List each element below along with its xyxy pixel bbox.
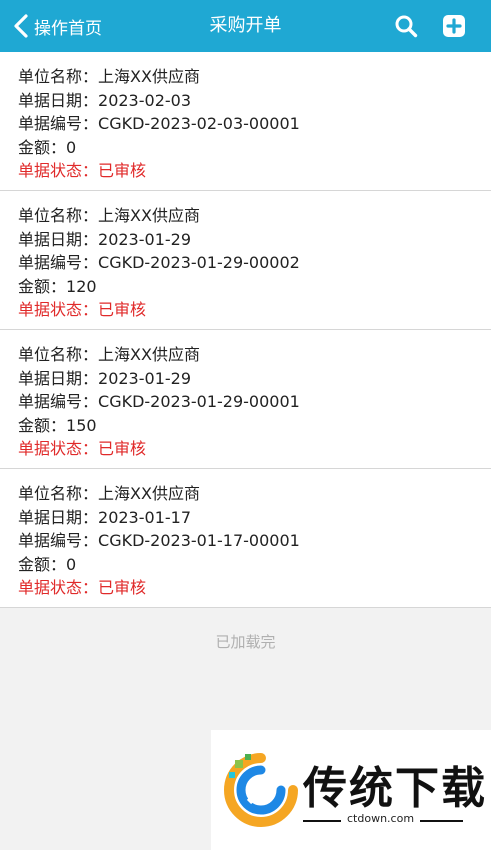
status-label: 单据状态： (18, 161, 99, 180)
amount-row: 金额：0 (18, 553, 491, 577)
list-item[interactable]: 单位名称：上海XX供应商 单据日期：2023-01-29 单据编号：CGKD-2… (0, 191, 491, 330)
list-item[interactable]: 单位名称：上海XX供应商 单据日期：2023-01-17 单据编号：CGKD-2… (0, 469, 491, 608)
date-label: 单据日期： (18, 368, 99, 388)
date-row: 单据日期：2023-01-17 (18, 506, 491, 530)
unit-row: 单位名称：上海XX供应商 (18, 65, 491, 89)
amount-label: 金额： (18, 276, 67, 296)
code-value: CGKD-2023-01-29-00002 (98, 253, 300, 272)
status-row: 单据状态：已审核 (18, 576, 491, 600)
unit-value: 上海XX供应商 (98, 206, 200, 225)
amount-label: 金额： (18, 554, 67, 574)
status-row: 单据状态：已审核 (18, 159, 491, 183)
date-label: 单据日期： (18, 90, 99, 110)
amount-row: 金额：150 (18, 414, 491, 438)
status-label: 单据状态： (18, 439, 99, 458)
watermark-url: ctdown.com (341, 812, 421, 825)
app-header: 操作首页 采购开单 (0, 0, 491, 52)
code-row: 单据编号：CGKD-2023-01-29-00002 (18, 251, 491, 275)
unit-row: 单位名称：上海XX供应商 (18, 482, 491, 506)
search-icon (395, 15, 418, 38)
code-row: 单据编号：CGKD-2023-01-17-00001 (18, 529, 491, 553)
code-label: 单据编号： (18, 114, 99, 133)
date-value: 2023-02-03 (98, 90, 191, 110)
date-row: 单据日期：2023-01-29 (18, 228, 491, 252)
date-row: 单据日期：2023-01-29 (18, 367, 491, 391)
unit-row: 单位名称：上海XX供应商 (18, 204, 491, 228)
unit-label: 单位名称： (18, 206, 99, 225)
date-label: 单据日期： (18, 229, 99, 249)
code-row: 单据编号：CGKD-2023-01-29-00001 (18, 390, 491, 414)
status-row: 单据状态：已审核 (18, 298, 491, 322)
unit-label: 单位名称： (18, 484, 99, 503)
status-value: 已审核 (98, 161, 147, 180)
back-button[interactable]: 操作首页 (12, 12, 102, 40)
load-complete-text: 已加载完 (215, 633, 276, 651)
watermark: 传统下载 ctdown.com (211, 730, 491, 850)
search-button[interactable] (393, 13, 419, 39)
status-label: 单据状态： (18, 300, 99, 319)
amount-row: 金额：0 (18, 136, 491, 160)
order-list: 单位名称：上海XX供应商 单据日期：2023-02-03 单据编号：CGKD-2… (0, 52, 491, 608)
amount-value: 0 (66, 137, 77, 157)
status-value: 已审核 (98, 578, 147, 597)
add-button[interactable] (441, 13, 467, 39)
date-value: 2023-01-29 (98, 229, 191, 249)
code-label: 单据编号： (18, 531, 99, 550)
unit-value: 上海XX供应商 (98, 67, 200, 86)
code-value: CGKD-2023-02-03-00001 (98, 114, 300, 133)
unit-label: 单位名称： (18, 67, 99, 86)
amount-label: 金额： (18, 137, 67, 157)
amount-value: 150 (66, 415, 97, 435)
date-value: 2023-01-29 (98, 368, 191, 388)
code-value: CGKD-2023-01-29-00001 (98, 392, 300, 411)
amount-value: 0 (66, 554, 77, 574)
list-item[interactable]: 单位名称：上海XX供应商 单据日期：2023-02-03 单据编号：CGKD-2… (0, 52, 491, 191)
date-label: 单据日期： (18, 507, 99, 527)
code-value: CGKD-2023-01-17-00001 (98, 531, 300, 550)
unit-value: 上海XX供应商 (98, 345, 200, 364)
date-value: 2023-01-17 (98, 507, 191, 527)
list-item[interactable]: 单位名称：上海XX供应商 单据日期：2023-01-29 单据编号：CGKD-2… (0, 330, 491, 469)
chevron-left-icon (14, 14, 28, 38)
status-value: 已审核 (98, 439, 147, 458)
amount-value: 120 (66, 276, 97, 296)
status-row: 单据状态：已审核 (18, 437, 491, 461)
status-value: 已审核 (98, 300, 147, 319)
date-row: 单据日期：2023-02-03 (18, 89, 491, 113)
back-label: 操作首页 (34, 18, 102, 39)
unit-label: 单位名称： (18, 345, 99, 364)
unit-value: 上海XX供应商 (98, 484, 200, 503)
code-row: 单据编号：CGKD-2023-02-03-00001 (18, 112, 491, 136)
code-label: 单据编号： (18, 253, 99, 272)
amount-label: 金额： (18, 415, 67, 435)
watermark-text: 传统下载 (303, 763, 487, 814)
status-label: 单据状态： (18, 578, 99, 597)
plus-square-icon (443, 15, 465, 37)
unit-row: 单位名称：上海XX供应商 (18, 343, 491, 367)
watermark-logo-icon (224, 753, 298, 827)
code-label: 单据编号： (18, 392, 99, 411)
amount-row: 金额：120 (18, 275, 491, 299)
